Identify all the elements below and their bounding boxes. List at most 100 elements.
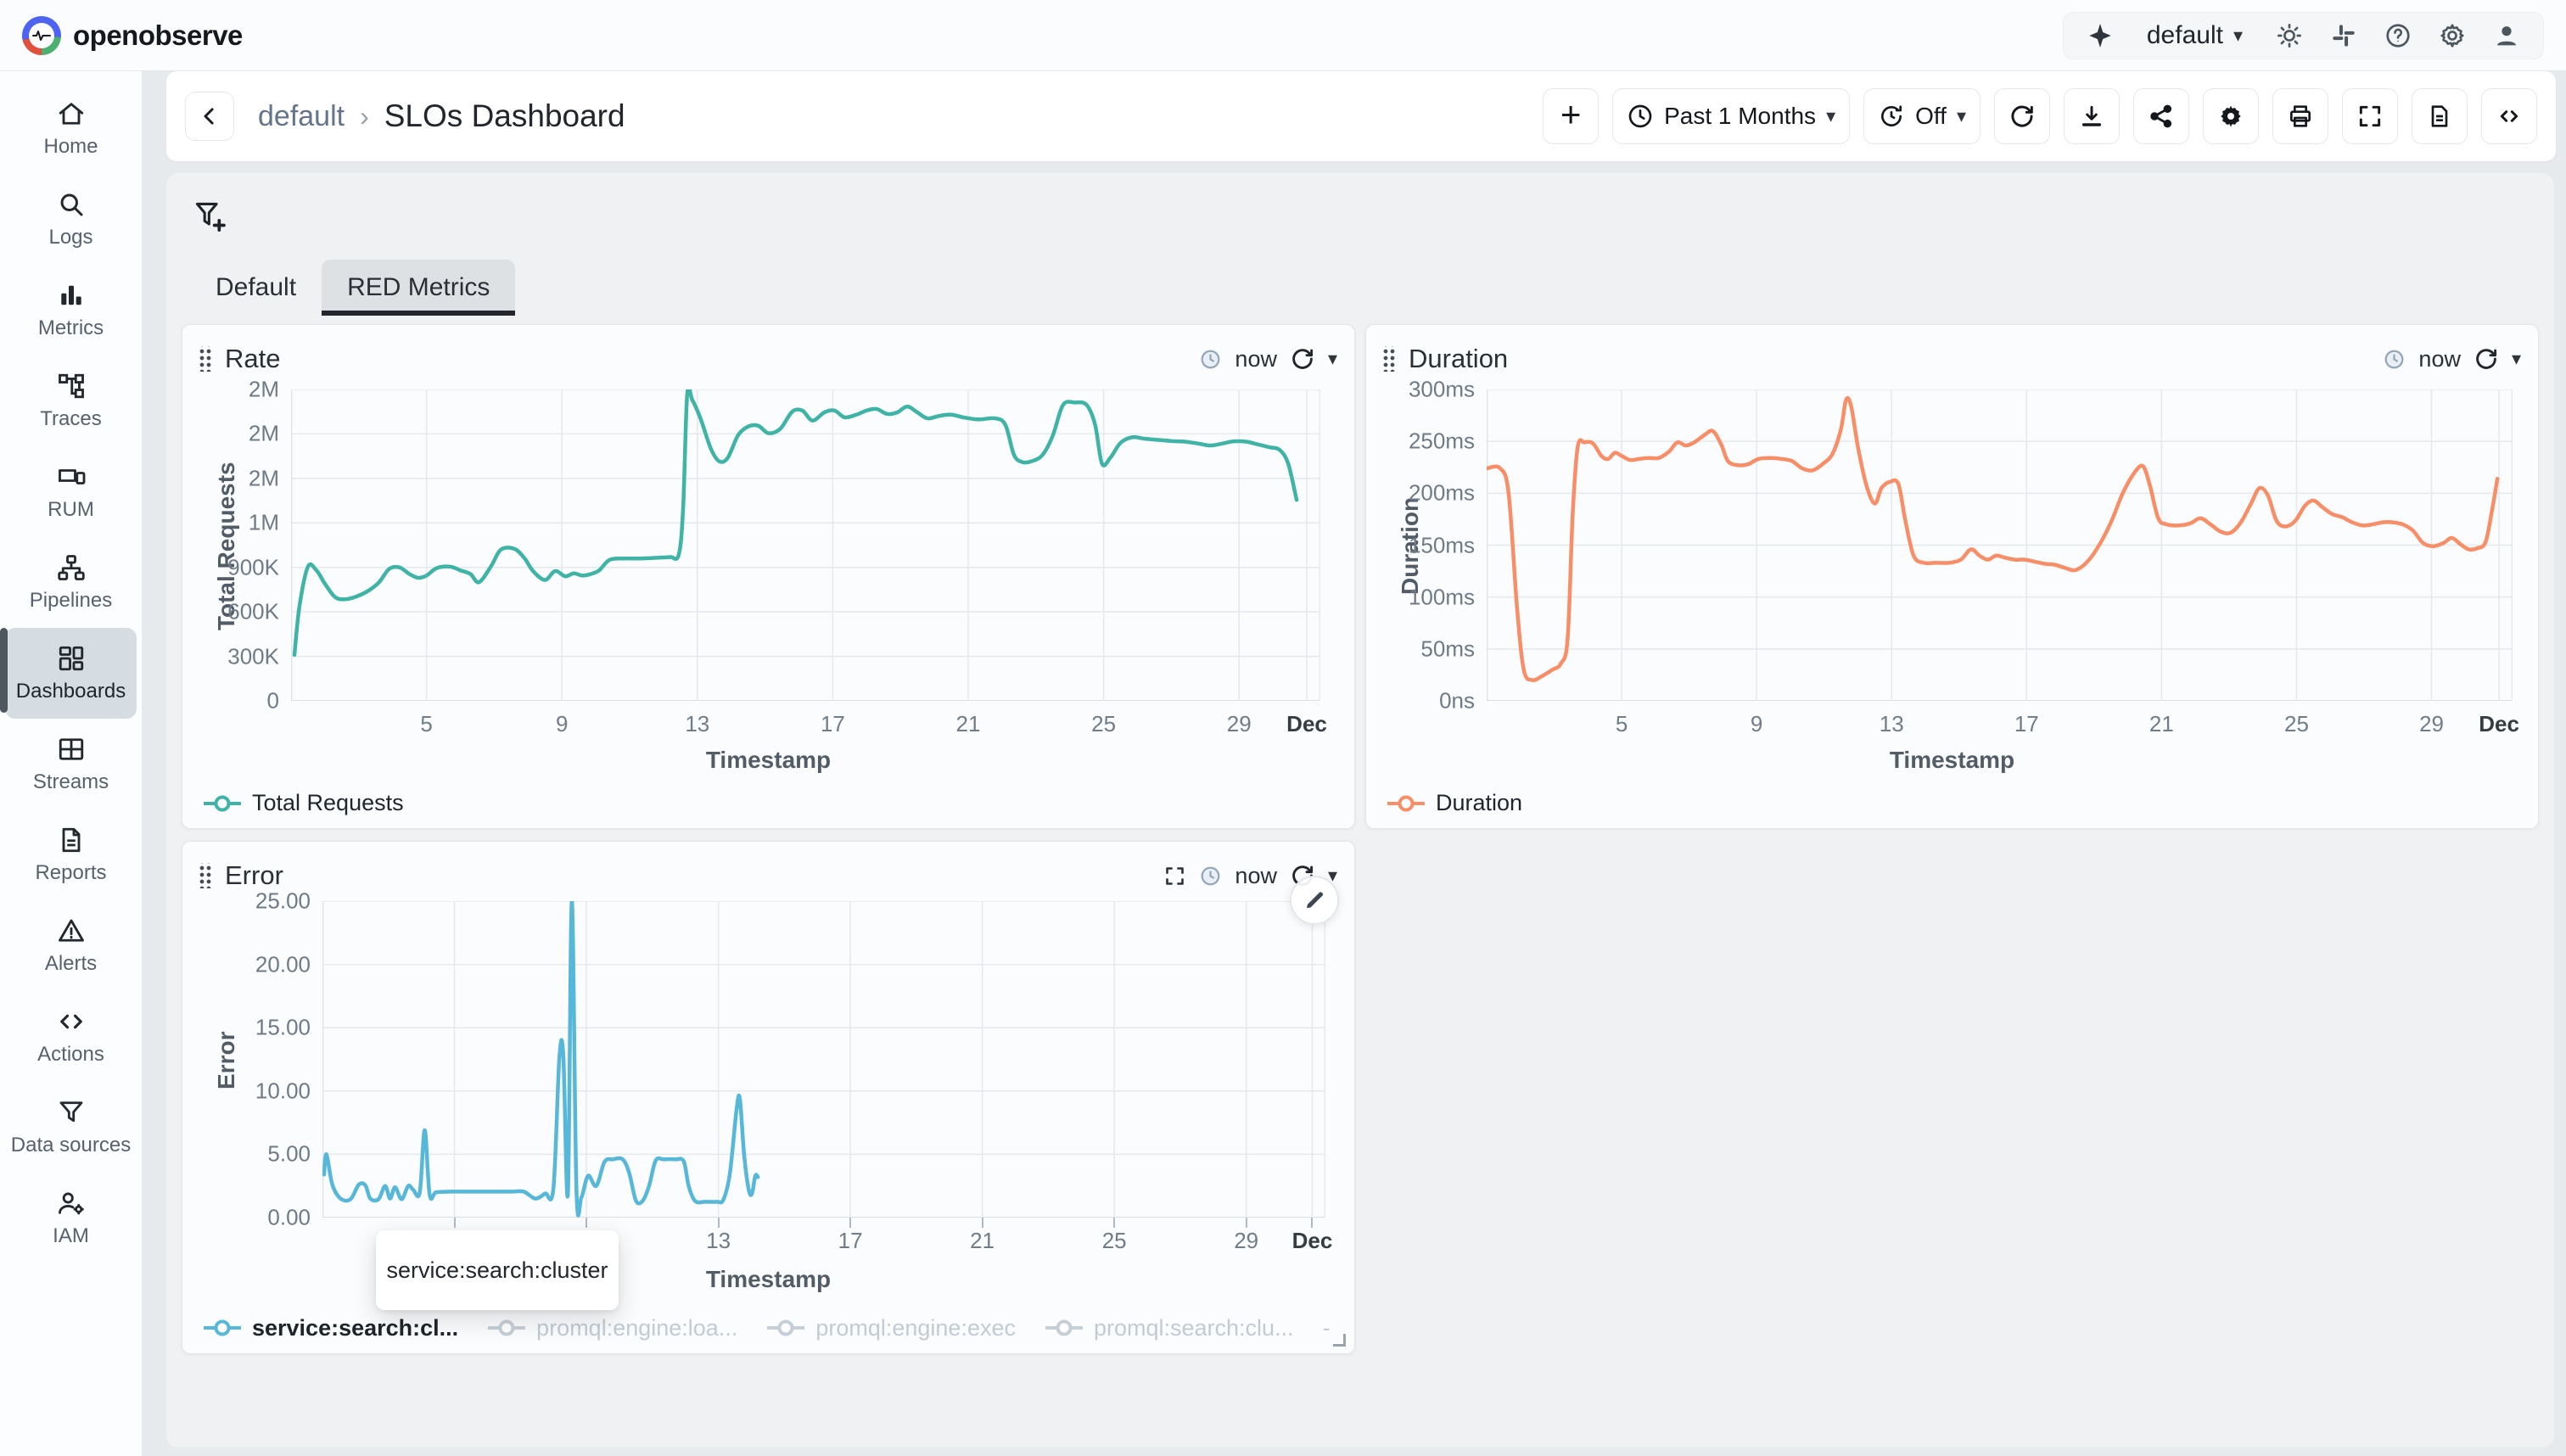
auto-refresh-icon [1878, 103, 1905, 130]
y-axis-tick-label: 900K [227, 554, 279, 580]
dashboard-surface: Default RED Metrics Rate now ▾ [166, 173, 2554, 1448]
sidebar-item-label: Pipelines [30, 590, 112, 613]
drag-handle-icon[interactable] [1381, 346, 1395, 372]
panel-refresh-icon[interactable] [1290, 346, 1315, 372]
sidebar-item-logs[interactable]: Logs [5, 174, 137, 265]
auto-refresh-button[interactable]: Off ▾ [1863, 88, 1981, 144]
chart-tooltip: service:search:cluster [376, 1230, 619, 1310]
json-view-button[interactable] [2481, 88, 2537, 144]
panel-expand-icon[interactable] [1163, 865, 1186, 888]
trace-nodes-icon [56, 371, 87, 401]
x-axis-tick-label: 25 [1102, 1228, 1127, 1254]
back-button[interactable] [185, 92, 234, 141]
pencil-icon [1303, 888, 1326, 912]
legend-marker-icon [487, 1319, 526, 1337]
x-axis-tick-label: 29 [1234, 1228, 1258, 1254]
rate-chart-canvas[interactable] [291, 389, 1320, 701]
sidebar-item-metrics[interactable]: Metrics [5, 265, 137, 356]
org-selector-value: default [2147, 21, 2223, 50]
sidebar-scrollbar-thumb[interactable] [0, 628, 8, 713]
sidebar-item-iam[interactable]: IAM [5, 1173, 137, 1263]
tab-default[interactable]: Default [190, 260, 322, 316]
dashboard-tabs: Default RED Metrics [190, 260, 2539, 316]
legend-item-duration[interactable]: Duration [1387, 790, 1522, 816]
org-selector[interactable]: default ▾ [2147, 21, 2243, 50]
sidebar-item-rum[interactable]: RUM [5, 446, 137, 537]
export-button[interactable] [2064, 88, 2120, 144]
ai-assistant-icon[interactable] [2086, 21, 2115, 50]
legend-item-total-requests[interactable]: Total Requests [203, 790, 404, 816]
print-button[interactable] [2272, 88, 2328, 144]
slack-icon[interactable] [2329, 21, 2358, 50]
x-axis-tick-mark [585, 1218, 587, 1228]
y-axis-labels: 2M2M2M1M900K600K300K0 [182, 389, 279, 701]
dashboard-grid-icon [56, 643, 87, 674]
y-axis-tick-label: 600K [227, 599, 279, 625]
add-filter-icon[interactable] [192, 199, 227, 234]
duration-chart-canvas[interactable] [1487, 389, 2513, 701]
sidebar-item-label: Logs [48, 227, 92, 249]
x-axis-tick-mark [982, 1218, 983, 1228]
sidebar-item-alerts[interactable]: Alerts [5, 900, 137, 991]
sidebar-item-reports[interactable]: Reports [5, 809, 137, 900]
topbar-controls: default ▾ [2063, 12, 2544, 59]
tree-icon [56, 552, 87, 583]
drag-handle-icon[interactable] [198, 863, 211, 888]
share-icon [2148, 103, 2175, 130]
sidebar-item-pipelines[interactable]: Pipelines [5, 537, 137, 628]
legend-marker-icon [766, 1319, 805, 1337]
table-icon [56, 734, 87, 764]
profile-icon[interactable] [2492, 21, 2521, 50]
sidebar-item-label: Home [43, 136, 98, 159]
add-panel-button[interactable]: + [1543, 88, 1599, 144]
panel-refresh-icon[interactable] [2474, 346, 2499, 372]
legend-item-promql-engine-load[interactable]: promql:engine:loa... [487, 1315, 737, 1341]
time-range-button[interactable]: Past 1 Months ▾ [1612, 88, 1850, 144]
sidebar-item-streams[interactable]: Streams [5, 719, 137, 809]
top-bar: openobserve default ▾ [0, 0, 2566, 71]
edit-panel-button[interactable] [1290, 876, 1339, 925]
error-chart-canvas[interactable] [322, 901, 1325, 1218]
legend-item-service-search-cluster[interactable]: service:search:cl... [203, 1315, 458, 1341]
y-axis-tick-label: 0ns [1439, 688, 1475, 714]
legend-item-promql-search-cluster[interactable]: promql:search:clu... [1045, 1315, 1294, 1341]
breadcrumb-folder[interactable]: default [258, 100, 345, 133]
theme-light-icon[interactable] [2275, 21, 2304, 50]
x-axis-tick-label: 29 [2419, 711, 2444, 737]
panel-menu-caret-icon[interactable]: ▾ [1328, 350, 1337, 368]
legend-item-overflow: - [1323, 1315, 1331, 1341]
fullscreen-icon [2356, 103, 2384, 130]
y-axis-tick-label: 5.00 [267, 1141, 311, 1168]
help-icon[interactable] [2384, 21, 2412, 50]
sidebar-item-label: Traces [40, 408, 101, 431]
x-axis-tick-label: 17 [838, 1228, 863, 1254]
sidebar-item-data-sources[interactable]: Data sources [5, 1082, 137, 1173]
y-axis-tick-label: 0 [267, 688, 279, 714]
panel-menu-caret-icon[interactable]: ▾ [2512, 350, 2521, 368]
x-axis-tick-label: 13 [706, 1228, 731, 1254]
settings-icon[interactable] [2438, 21, 2467, 50]
x-axis-tick-label: Dec [2479, 711, 2519, 737]
tab-red-metrics[interactable]: RED Metrics [322, 260, 515, 316]
x-axis-tick-mark [1113, 1218, 1115, 1228]
dashboard-settings-button[interactable] [2203, 88, 2259, 144]
panel-resize-handle[interactable] [1333, 1334, 1346, 1347]
x-axis-tick-mark [1246, 1218, 1247, 1228]
sidebar-item-actions[interactable]: Actions [5, 991, 137, 1082]
share-button[interactable] [2133, 88, 2189, 144]
legend-item-promql-engine-exec[interactable]: promql:engine:exec [766, 1315, 1016, 1341]
sidebar-item-dashboards[interactable]: Dashboards [5, 628, 137, 719]
fullscreen-button[interactable] [2342, 88, 2398, 144]
drag-handle-icon[interactable] [198, 346, 211, 372]
docs-button[interactable] [2412, 88, 2468, 144]
refresh-button[interactable] [1994, 88, 2050, 144]
panel-duration: Duration now ▾ Duration 300ms250ms200ms1… [1365, 324, 2539, 829]
search-icon [56, 189, 87, 220]
x-axis-tick-label: 21 [970, 1228, 994, 1254]
x-axis-tick-label: 17 [2014, 711, 2039, 737]
x-axis-tick-label: 25 [2284, 711, 2309, 737]
x-axis-tick-label: 17 [821, 711, 845, 737]
sidebar-item-traces[interactable]: Traces [5, 356, 137, 446]
x-axis-tick-mark [1311, 1218, 1313, 1228]
sidebar-item-home[interactable]: Home [5, 83, 137, 174]
